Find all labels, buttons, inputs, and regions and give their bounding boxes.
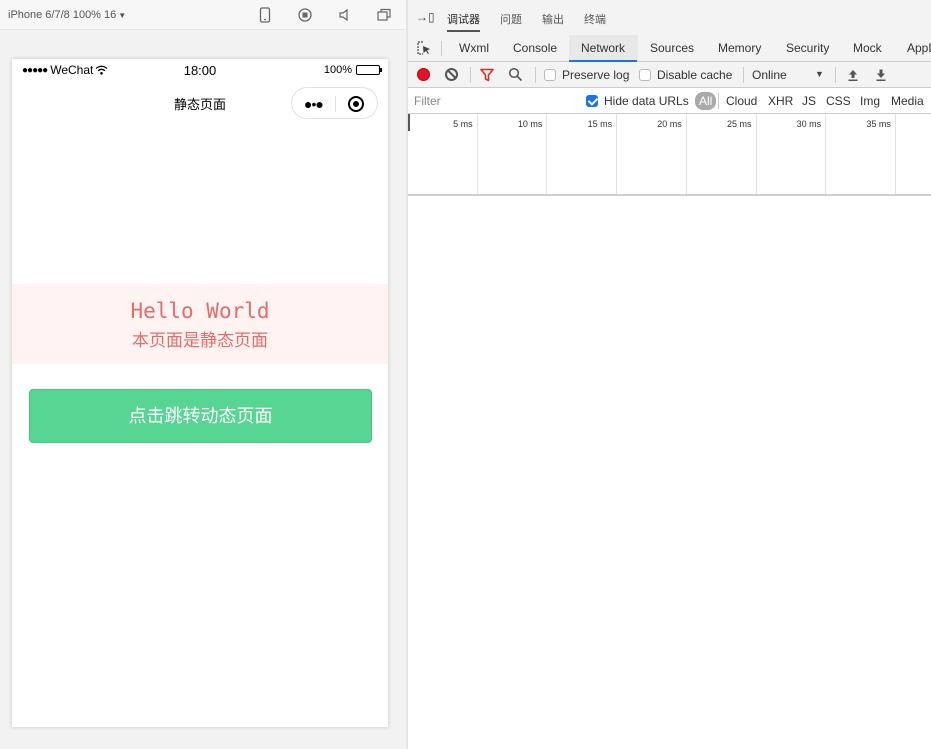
- type-filter-media[interactable]: Media: [891, 94, 924, 108]
- disable-cache-checkbox[interactable]: [639, 69, 651, 81]
- timeline-tick: 35 ms: [408, 114, 896, 194]
- phone-icon[interactable]: [258, 7, 274, 23]
- filter-input[interactable]: [410, 91, 575, 111]
- debug-top-bar: →▯ 调试器 问题 输出 终端: [408, 0, 931, 35]
- tab-network[interactable]: Network: [568, 41, 638, 62]
- toolbar-separator: [743, 67, 744, 83]
- status-bar: ●●●●● WeChat 18:00 100%: [12, 59, 388, 81]
- battery-info: 100%: [323, 64, 382, 76]
- capsule-divider: [335, 96, 336, 112]
- filter-icon[interactable]: [480, 68, 494, 82]
- tab-sources[interactable]: Sources: [650, 41, 694, 55]
- devtools-panel: →▯ 调试器 问题 输出 终端 Wxml Console Network Sou…: [408, 0, 931, 749]
- chevron-down-icon: ▼: [118, 11, 127, 20]
- simulator-toolbar: iPhone 6/7/8 100% 16 ▼: [0, 0, 406, 30]
- import-har-icon[interactable]: [846, 67, 860, 82]
- hide-data-urls-checkbox[interactable]: [586, 95, 598, 107]
- top-tab-terminal[interactable]: 终端: [584, 11, 606, 27]
- window-icon[interactable]: [376, 7, 392, 23]
- toolbar-separator: [470, 67, 471, 83]
- record-icon[interactable]: [297, 7, 313, 23]
- more-icon[interactable]: ●•●: [304, 96, 324, 112]
- toolbar-separator: [535, 67, 536, 83]
- preserve-log-checkbox[interactable]: [544, 69, 556, 81]
- throttling-select[interactable]: Online: [752, 68, 787, 82]
- static-page-subtitle: 本页面是静态页面: [132, 331, 268, 350]
- filter-bar: Hide data URLs All Cloud XHR JS CSS Img …: [408, 88, 931, 114]
- devtools-tab-bar: Wxml Console Network Sources Memory Secu…: [408, 35, 931, 62]
- phone-screen: ●●●●● WeChat 18:00 100% 静态页面 ●•● Hello W…: [12, 59, 388, 727]
- filter-separator: [718, 93, 719, 109]
- navigation-bar: 静态页面 ●•●: [12, 81, 388, 123]
- hello-text: Hello World: [130, 299, 270, 323]
- type-filter-img[interactable]: Img: [860, 94, 880, 108]
- top-tab-issues[interactable]: 问题: [500, 11, 522, 27]
- type-filter-all[interactable]: All: [695, 92, 717, 110]
- type-filter-cloud[interactable]: Cloud: [726, 94, 757, 108]
- tab-mock[interactable]: Mock: [853, 41, 882, 55]
- top-tab-output[interactable]: 输出: [542, 11, 564, 27]
- device-label: iPhone 6/7/8 100% 16: [8, 9, 117, 21]
- export-har-icon[interactable]: [874, 67, 888, 82]
- close-mini-program-icon[interactable]: [348, 96, 364, 112]
- record-icon[interactable]: [417, 68, 430, 81]
- disable-cache-label: Disable cache: [657, 68, 733, 82]
- inspect-element-icon[interactable]: [417, 41, 431, 55]
- type-filter-xhr[interactable]: XHR: [768, 94, 793, 108]
- type-filter-css[interactable]: CSS: [826, 94, 851, 108]
- battery-percent: 100%: [323, 64, 352, 76]
- tab-security[interactable]: Security: [786, 41, 829, 55]
- menu-capsule: ●•●: [291, 87, 378, 119]
- toolbar-separator: [835, 67, 836, 83]
- volume-icon[interactable]: [337, 7, 353, 23]
- battery-icon: [356, 65, 382, 75]
- top-tab-debugger[interactable]: 调试器: [447, 11, 480, 32]
- device-selector[interactable]: iPhone 6/7/8 100% 16 ▼: [8, 9, 126, 21]
- tab-separator: [441, 41, 442, 56]
- tab-wxml[interactable]: Wxml: [459, 41, 489, 55]
- go-to-dynamic-page-button[interactable]: 点击跳转动态页面: [29, 389, 372, 443]
- tab-console[interactable]: Console: [513, 41, 557, 55]
- network-timeline-overview[interactable]: 5 ms 10 ms 15 ms 20 ms 25 ms 30 ms 35 ms: [408, 114, 931, 196]
- tab-memory[interactable]: Memory: [718, 41, 761, 55]
- search-icon[interactable]: [508, 67, 523, 82]
- network-request-list: [408, 196, 931, 749]
- type-filter-js[interactable]: JS: [802, 94, 816, 108]
- hello-section: Hello World 本页面是静态页面: [12, 284, 388, 364]
- tab-appdata[interactable]: AppD: [907, 41, 931, 55]
- dock-arrow-icon[interactable]: →▯: [416, 10, 435, 24]
- network-toolbar: Preserve log Disable cache Online ▼: [408, 62, 931, 88]
- clear-icon[interactable]: [445, 68, 458, 81]
- timeline-tick-label: 35 ms: [866, 119, 891, 129]
- dropdown-caret-icon[interactable]: ▼: [815, 69, 824, 79]
- hide-data-urls-label: Hide data URLs: [604, 94, 689, 108]
- simulator-panel: iPhone 6/7/8 100% 16 ▼ ●●●●● WeChat 18:0…: [0, 0, 406, 749]
- preserve-log-label: Preserve log: [562, 68, 630, 82]
- ide-window: iPhone 6/7/8 100% 16 ▼ ●●●●● WeChat 18:0…: [0, 0, 931, 749]
